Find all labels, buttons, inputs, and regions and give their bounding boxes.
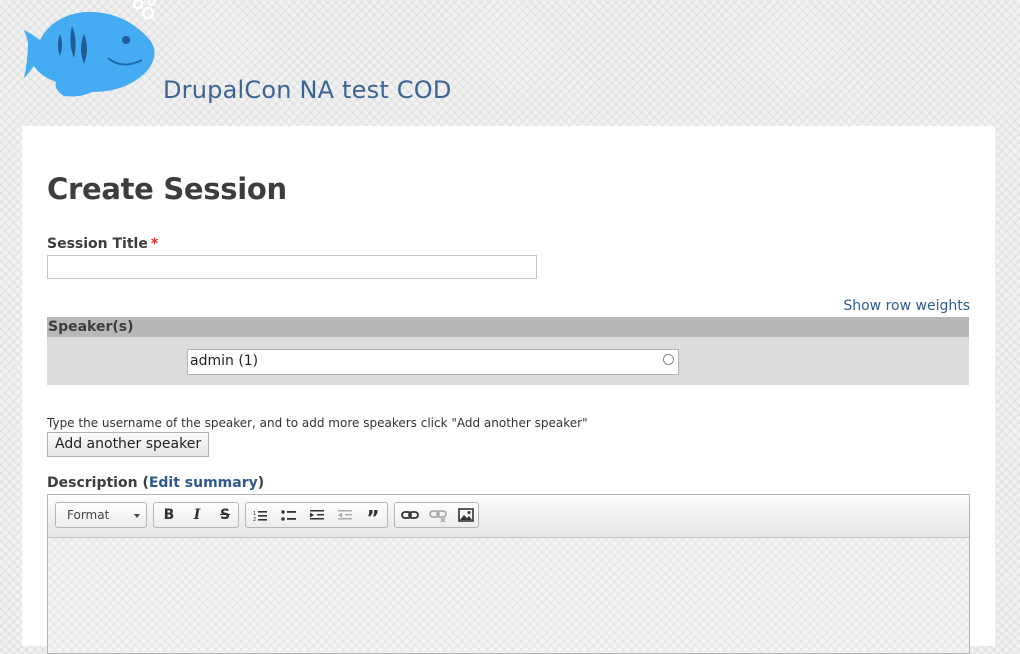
italic-button[interactable]: I — [183, 503, 211, 527]
speakers-table-header: Speaker(s) — [47, 317, 969, 337]
session-title-input[interactable] — [47, 255, 537, 279]
description-editor[interactable]: Format B I S 1 2 ” — [47, 494, 970, 654]
speakers-table-row: admin (1) — [47, 337, 969, 385]
blockquote-button[interactable]: ” — [359, 503, 387, 530]
required-marker: * — [150, 236, 159, 252]
link-icon[interactable] — [396, 503, 424, 527]
text-style-group: B I S — [153, 502, 239, 528]
session-title-label: Session Title * — [47, 236, 158, 252]
bold-button[interactable]: B — [155, 503, 183, 527]
bulleted-list-icon[interactable] — [275, 503, 303, 527]
add-another-speaker-button[interactable]: Add another speaker — [47, 432, 210, 457]
site-name[interactable]: DrupalCon NA test COD — [163, 76, 452, 104]
description-label: Description (Edit summary) — [47, 475, 264, 491]
editor-toolbar: Format B I S 1 2 ” — [48, 495, 969, 538]
speaker-autocomplete-input[interactable]: admin (1) — [187, 349, 679, 375]
indent-icon[interactable] — [303, 503, 331, 527]
speaker-value: admin (1) — [190, 353, 259, 369]
autocomplete-throbber-icon — [663, 354, 674, 365]
show-row-weights-link[interactable]: Show row weights — [843, 298, 970, 314]
site-header: DrupalCon NA test COD — [0, 0, 1020, 126]
speakers-help-text: Type the username of the speaker, and to… — [47, 416, 588, 430]
numbered-list-icon[interactable]: 1 2 — [247, 503, 275, 527]
chevron-down-icon — [134, 514, 140, 518]
unlink-icon[interactable] — [424, 503, 452, 527]
edit-summary-link[interactable]: Edit summary — [149, 475, 258, 491]
format-label: Format — [67, 508, 110, 522]
svg-text:2: 2 — [253, 517, 256, 523]
link-image-group — [394, 502, 479, 528]
paren-close: ) — [257, 475, 265, 491]
image-icon[interactable] — [452, 503, 480, 527]
outdent-icon[interactable] — [331, 503, 359, 527]
session-title-label-text: Session Title — [47, 236, 148, 252]
format-dropdown[interactable]: Format — [55, 502, 147, 528]
strikethrough-button[interactable]: S — [211, 503, 239, 527]
page-title: Create Session — [47, 172, 287, 206]
fish-logo-icon[interactable] — [22, 0, 162, 100]
main-content: Create Session Session Title * Show row w… — [22, 126, 995, 654]
list-group: 1 2 ” — [245, 502, 388, 530]
description-label-text: Description — [47, 475, 138, 491]
speakers-header-label: Speaker(s) — [48, 319, 134, 335]
